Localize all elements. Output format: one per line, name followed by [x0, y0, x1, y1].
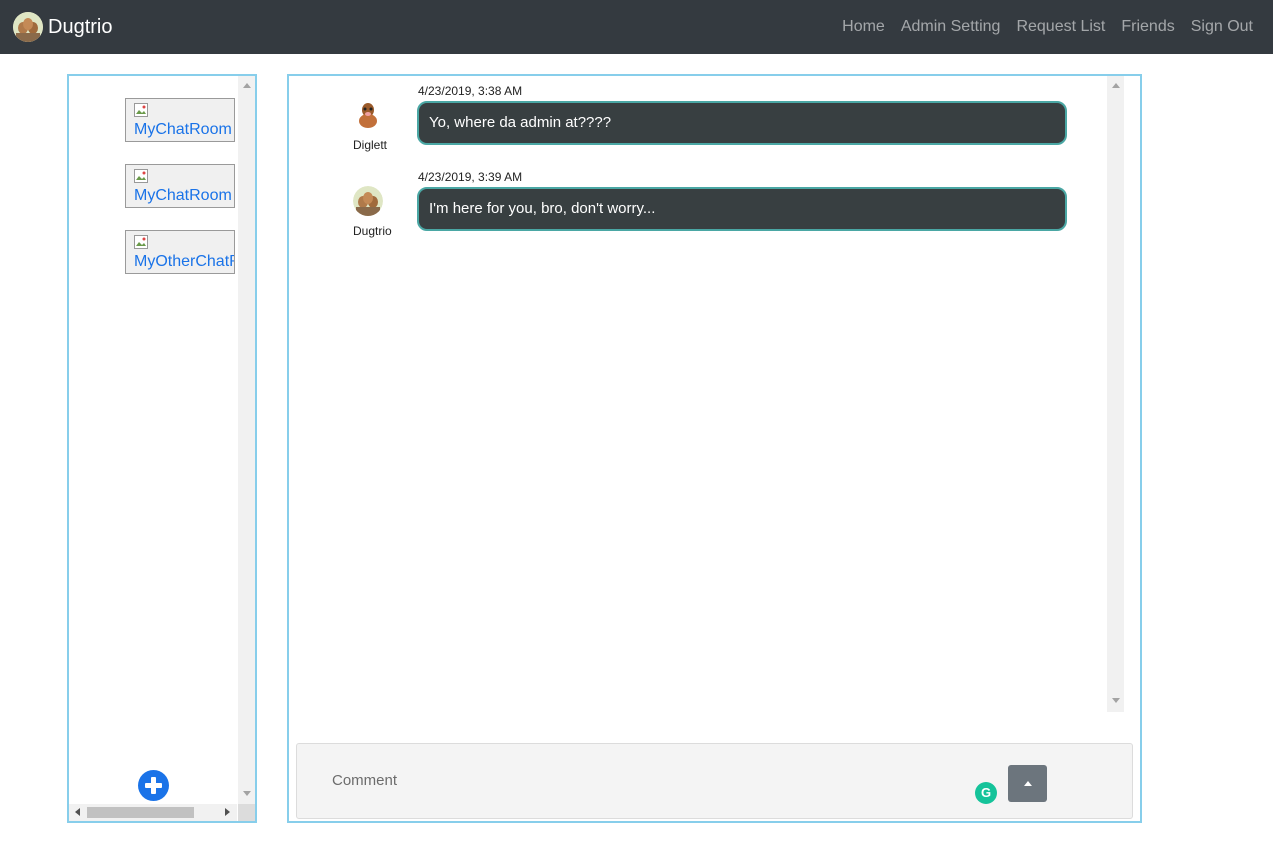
- broken-image-icon: [134, 235, 148, 249]
- scroll-down-arrow-icon[interactable]: [1112, 698, 1120, 703]
- scroll-right-arrow-icon[interactable]: [225, 808, 230, 816]
- comment-box: G: [296, 743, 1133, 819]
- nav-home[interactable]: Home: [842, 18, 885, 36]
- message-author: Dugtrio: [353, 224, 392, 238]
- nav-friends[interactable]: Friends: [1121, 18, 1174, 36]
- room-label: MyChatRoom: [134, 121, 232, 138]
- room-button[interactable]: MyOtherChatRoom: [125, 230, 235, 274]
- message-list: 4/23/2019, 3:38 AM Diglett Yo, where da …: [289, 76, 1125, 712]
- brand-avatar: [13, 12, 43, 42]
- horizontal-scroll-thumb[interactable]: [87, 807, 194, 818]
- room-label: MyChatRoom: [134, 187, 232, 204]
- broken-image-icon: [134, 169, 148, 183]
- avatar: [353, 100, 383, 130]
- message-author: Diglett: [353, 138, 388, 152]
- comment-input[interactable]: [297, 744, 967, 816]
- message-bubble: I'm here for you, bro, don't worry...: [417, 187, 1067, 231]
- message-bubble: Yo, where da admin at????: [417, 101, 1067, 145]
- scroll-left-arrow-icon[interactable]: [75, 808, 80, 816]
- scroll-up-arrow-icon[interactable]: [1112, 83, 1120, 88]
- scroll-up-arrow-icon[interactable]: [243, 83, 251, 88]
- chat-room-list: MyChatRoom MyChatRoom MyOtherChatRoom: [69, 76, 237, 804]
- brand[interactable]: Dugtrio: [13, 12, 112, 42]
- room-button[interactable]: MyChatRoom: [125, 98, 235, 142]
- avatar: [353, 186, 383, 216]
- chat-panel: 4/23/2019, 3:38 AM Diglett Yo, where da …: [287, 74, 1142, 823]
- room-label: MyOtherChatRoom: [134, 253, 234, 270]
- nav-links: Home Admin Setting Request List Friends …: [826, 0, 1253, 54]
- room-button[interactable]: MyChatRoom: [125, 164, 235, 208]
- caret-up-icon: [1024, 781, 1032, 786]
- send-button[interactable]: [1008, 765, 1047, 802]
- chat-room-panel: MyChatRoom MyChatRoom MyOtherChatRoom: [67, 74, 257, 823]
- grammarly-icon[interactable]: G: [975, 782, 997, 804]
- room-list-vertical-scrollbar[interactable]: [238, 76, 255, 804]
- top-navbar: Dugtrio Home Admin Setting Request List …: [0, 0, 1273, 54]
- message-list-scrollbar[interactable]: [1107, 76, 1124, 712]
- scroll-down-arrow-icon[interactable]: [243, 791, 251, 796]
- nav-admin-setting[interactable]: Admin Setting: [901, 18, 1001, 36]
- message-timestamp: 4/23/2019, 3:38 AM: [418, 84, 523, 98]
- scrollbar-corner: [238, 804, 255, 821]
- brand-name: Dugtrio: [48, 15, 113, 38]
- broken-image-icon: [134, 103, 148, 117]
- nav-request-list[interactable]: Request List: [1016, 18, 1105, 36]
- add-room-button[interactable]: [138, 770, 169, 801]
- nav-sign-out[interactable]: Sign Out: [1191, 18, 1253, 36]
- message-timestamp: 4/23/2019, 3:39 AM: [418, 170, 523, 184]
- room-list-horizontal-scrollbar[interactable]: [69, 804, 237, 821]
